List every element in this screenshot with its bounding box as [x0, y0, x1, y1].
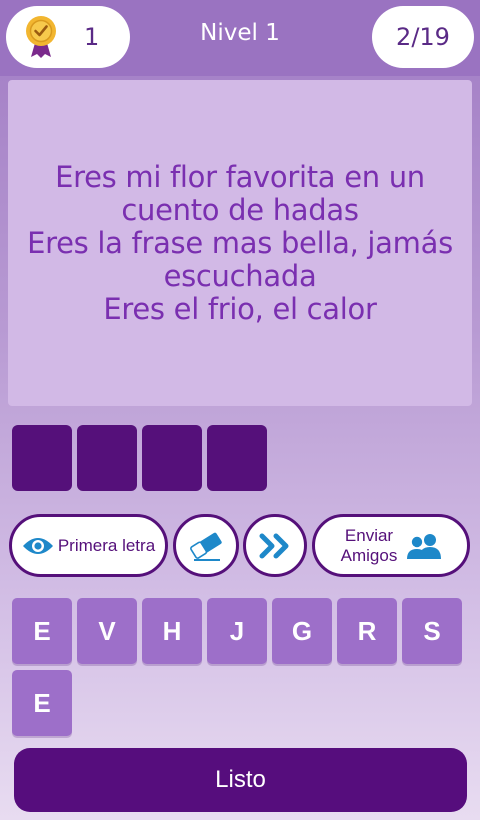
answer-slots [12, 425, 267, 491]
answer-slot[interactable] [77, 425, 137, 491]
lyrics-text: Eres mi flor favorita en un cuento de ha… [27, 159, 453, 326]
submit-button[interactable]: Listo [14, 748, 467, 812]
lyrics-line: cuento de hadas [121, 192, 359, 227]
send-friends-label-line: Enviar [344, 525, 394, 545]
send-friends-button[interactable]: Enviar Amigos [312, 514, 470, 577]
answer-slot[interactable] [142, 425, 202, 491]
letter-key[interactable]: H [142, 598, 202, 664]
erase-button[interactable] [173, 514, 239, 577]
first-letter-button[interactable]: Primera letra [9, 514, 168, 577]
skip-button[interactable] [243, 514, 307, 577]
eye-icon [22, 537, 53, 554]
letter-key[interactable]: V [77, 598, 137, 664]
answer-slot[interactable] [207, 425, 267, 491]
letter-key[interactable]: G [272, 598, 332, 664]
lyrics-card: Eres mi flor favorita en un cuento de ha… [8, 80, 472, 406]
lyrics-line: Eres mi flor favorita en un [55, 159, 425, 194]
eraser-icon [190, 532, 222, 561]
top-bar: 1 Nivel 1 2/19 [0, 0, 480, 76]
letter-key[interactable]: S [402, 598, 462, 664]
letter-key[interactable]: E [12, 670, 72, 736]
answer-slot[interactable] [12, 425, 72, 491]
letter-key[interactable]: E [12, 598, 72, 664]
send-friends-label-line: Amigos [340, 545, 398, 565]
progress-counter: 2/19 [372, 6, 474, 68]
first-letter-label: Primera letra [57, 535, 156, 555]
lyrics-line: Eres la frase mas bella, jamás [27, 225, 453, 260]
lyrics-line: escuchada [163, 258, 317, 293]
lyrics-line: Eres el frio, el calor [103, 291, 377, 326]
letter-key[interactable]: J [207, 598, 267, 664]
double-chevron-right-icon [259, 533, 289, 558]
letter-key[interactable]: R [337, 598, 397, 664]
people-icon [407, 533, 442, 559]
send-friends-label: Enviar Amigos [341, 526, 398, 566]
